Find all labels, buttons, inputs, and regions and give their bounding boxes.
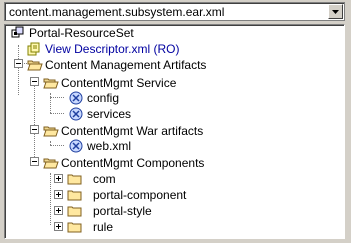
- expand-toggle[interactable]: [54, 190, 63, 199]
- descriptor-icon: [27, 42, 40, 56]
- tree-node-label: portal-component: [93, 188, 187, 202]
- chevron-down-icon: [332, 10, 339, 14]
- tree-node-label: ContentMgmt War artifacts: [61, 124, 204, 138]
- resource-tree[interactable]: Portal-ResourceSet View Descriptor.xml (…: [4, 24, 345, 239]
- expand-toggle[interactable]: [54, 174, 63, 183]
- folder-icon: [67, 222, 82, 233]
- collapse-toggle[interactable]: [30, 157, 39, 166]
- tree-connector: [18, 45, 19, 95]
- tree-node-label: com: [93, 172, 116, 186]
- expand-toggle[interactable]: [54, 206, 63, 215]
- tree-connector: [50, 113, 64, 114]
- collapse-toggle[interactable]: [30, 77, 39, 86]
- open-folder-icon: [27, 60, 43, 71]
- tree-node-label: Portal-ResourceSet: [29, 26, 134, 40]
- resource-set-icon: [11, 26, 24, 38]
- folder-icon: [67, 206, 82, 217]
- tree-connector: [50, 145, 64, 146]
- tree-node-label: Content Management Artifacts: [45, 58, 207, 72]
- tree-node-label: ContentMgmt Components: [61, 156, 205, 170]
- tree-connector: [50, 93, 51, 113]
- tree-connector: [34, 77, 35, 159]
- service-icon: [69, 91, 83, 105]
- open-folder-icon: [43, 126, 59, 137]
- service-icon: [69, 107, 83, 121]
- folder-icon: [67, 190, 82, 201]
- open-folder-icon: [43, 78, 59, 89]
- expand-toggle[interactable]: [54, 222, 63, 231]
- collapse-toggle[interactable]: [30, 125, 39, 134]
- tree-node-label: web.xml: [87, 139, 132, 153]
- tree-node-label: rule: [93, 220, 114, 234]
- tree-node-label: View Descriptor.xml (RO): [45, 42, 180, 56]
- service-icon: [69, 139, 83, 153]
- tree-node-label: services: [87, 107, 132, 121]
- tree-connector: [50, 173, 51, 225]
- dropdown-arrow-button[interactable]: [328, 4, 343, 19]
- tree-node-label: portal-style: [93, 204, 152, 218]
- file-selector-dropdown[interactable]: content.management.subsystem.ear.xml: [4, 2, 345, 21]
- collapse-toggle[interactable]: [14, 59, 23, 68]
- open-folder-icon: [43, 158, 59, 169]
- folder-icon: [67, 174, 82, 185]
- tree-connector: [50, 97, 64, 98]
- file-selector-value: content.management.subsystem.ear.xml: [9, 5, 225, 19]
- tree-node-label: config: [87, 91, 120, 105]
- tree-node-label: ContentMgmt Service: [61, 76, 177, 90]
